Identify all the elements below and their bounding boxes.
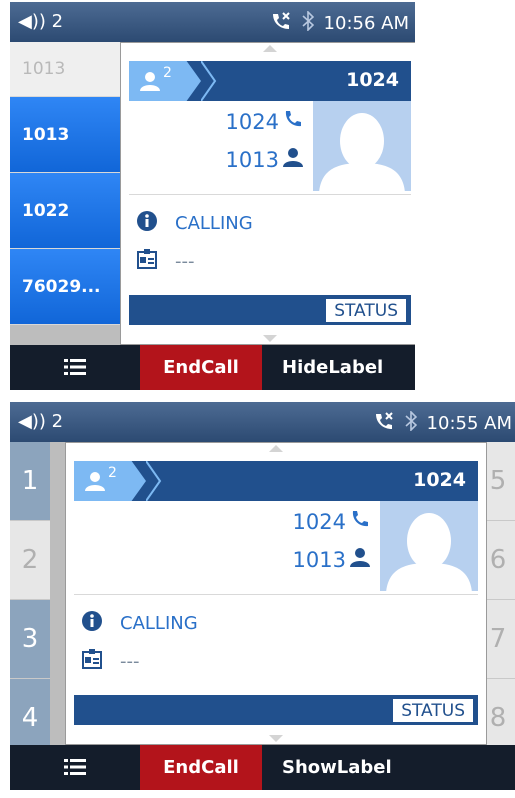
status-strip: STATUS — [129, 295, 411, 325]
call-info-row: --- — [137, 249, 195, 274]
line1-number: 1024 — [292, 509, 346, 534]
chevron-icon — [146, 461, 162, 501]
phone-icon — [283, 109, 303, 134]
line-key-4[interactable]: 76029... — [10, 249, 120, 325]
call-status-text: CALLING — [175, 213, 253, 234]
softkey-bar: EndCall HideLabel — [10, 345, 415, 390]
participant-count: 2 — [163, 65, 172, 81]
status-bar: ◀)) 2 10:56 AM — [10, 2, 415, 42]
call-lines: 1024 1013 — [129, 101, 309, 191]
divider — [74, 594, 478, 595]
participant-count: 2 — [108, 465, 117, 481]
person-icon — [350, 547, 370, 572]
contact-avatar — [313, 101, 411, 191]
status-bar: ◀)) 2 10:55 AM — [10, 402, 515, 442]
line-key-2[interactable]: 1013 — [10, 97, 120, 173]
clock: 10:56 AM — [323, 13, 409, 34]
person-icon — [283, 147, 303, 172]
status-button[interactable]: STATUS — [392, 698, 474, 723]
clock: 10:55 AM — [426, 413, 512, 434]
phone-screen-2: ◀)) 2 10:55 AM 1 2 3 4 5 6 7 8 2 1024 10… — [10, 402, 515, 790]
phone-icon — [350, 509, 370, 534]
line-key-1[interactable]: 1013 — [10, 42, 120, 97]
hidelabel-button[interactable]: HideLabel — [282, 345, 383, 390]
scroll-down-icon[interactable] — [263, 335, 277, 342]
conference-badge: 2 — [74, 461, 146, 501]
line2-number: 1013 — [225, 147, 279, 172]
scroll-up-icon[interactable] — [269, 445, 283, 452]
contact-avatar — [380, 501, 478, 591]
person-icon — [139, 71, 161, 95]
bluetooth-icon — [302, 10, 314, 36]
line2-number: 1013 — [292, 547, 346, 572]
line-key-3[interactable]: 3 — [10, 600, 50, 679]
bluetooth-icon — [405, 410, 417, 436]
call-lines: 1024 1013 — [74, 501, 376, 591]
missed-call-icon — [270, 11, 292, 36]
line-row-1: 1024 — [293, 509, 370, 534]
contact-card-icon — [137, 249, 157, 274]
status-right: 10:55 AM — [373, 410, 512, 436]
call-popup: 2 1024 1024 1013 CALLING --- STATUS — [120, 42, 415, 345]
call-status-text: CALLING — [120, 613, 198, 634]
menu-icon[interactable] — [64, 757, 86, 781]
conference-badge: 2 — [129, 61, 201, 101]
header-number: 1024 — [346, 69, 399, 91]
status-button[interactable]: STATUS — [325, 298, 407, 323]
line-row-2: 1013 — [293, 547, 370, 572]
line-row-1: 1024 — [226, 109, 303, 134]
status-strip: STATUS — [74, 695, 478, 725]
volume-indicator: ◀)) 2 — [18, 11, 64, 32]
person-icon — [84, 471, 106, 495]
call-status-row: CALLING — [137, 211, 253, 236]
line1-number: 1024 — [225, 109, 279, 134]
call-header: 2 1024 — [129, 61, 411, 101]
menu-icon[interactable] — [64, 357, 86, 381]
divider — [129, 194, 411, 195]
scroll-down-icon[interactable] — [269, 735, 283, 742]
status-right: 10:56 AM — [270, 10, 409, 36]
softkey-bar: EndCall ShowLabel — [10, 745, 515, 790]
line-key-3[interactable]: 1022 — [10, 173, 120, 249]
call-status-row: CALLING — [82, 611, 198, 636]
line-key-1[interactable]: 1 — [10, 442, 50, 521]
call-info-text: --- — [175, 251, 195, 272]
info-icon — [82, 611, 102, 636]
scroll-up-icon[interactable] — [263, 45, 277, 52]
line-keys-left: 1013 1013 1022 76029... — [10, 42, 120, 325]
call-header: 2 1024 — [74, 461, 478, 501]
showlabel-button[interactable]: ShowLabel — [282, 745, 392, 790]
call-info-row: --- — [82, 649, 140, 674]
endcall-button[interactable]: EndCall — [140, 345, 262, 390]
line-row-2: 1013 — [226, 147, 303, 172]
endcall-button[interactable]: EndCall — [140, 745, 262, 790]
call-popup: 2 1024 1024 1013 CALLING --- STATUS — [65, 442, 487, 745]
volume-indicator: ◀)) 2 — [18, 411, 64, 432]
line-keys-left: 1 2 3 4 — [10, 442, 50, 758]
chevron-icon — [201, 61, 217, 101]
call-info-text: --- — [120, 651, 140, 672]
contact-card-icon — [82, 649, 102, 674]
header-number: 1024 — [413, 469, 466, 491]
missed-call-icon — [373, 411, 395, 436]
phone-screen-1: ◀)) 2 10:56 AM 1013 1013 1022 76029... 2… — [10, 2, 415, 390]
line-key-2[interactable]: 2 — [10, 521, 50, 600]
info-icon — [137, 211, 157, 236]
